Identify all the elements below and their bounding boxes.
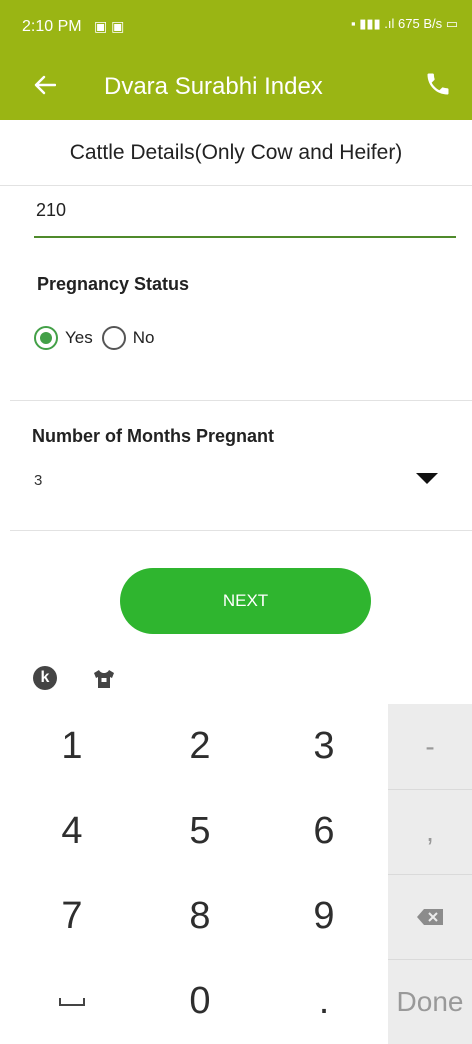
divider <box>10 400 472 401</box>
number-input[interactable]: 210 <box>36 200 66 221</box>
app-title: Dvara Surabhi Index <box>104 73 323 100</box>
phone-icon[interactable] <box>424 70 454 100</box>
section-header: Cattle Details(Only Cow and Heifer) <box>0 120 472 186</box>
key-6[interactable]: 6 <box>262 789 386 874</box>
status-notifications: ▣ ▣ <box>94 18 125 34</box>
key-3[interactable]: 3 <box>262 704 386 789</box>
key-4[interactable]: 4 <box>10 789 134 874</box>
done-label: Done <box>396 985 464 1017</box>
months-pregnant-select[interactable]: 3 <box>34 472 42 489</box>
status-bar: 2:10 PM ▣ ▣ ▪ ▮▮▮ .ıl 675 B/s ▭ <box>0 0 472 52</box>
key-1[interactable]: 1 <box>10 704 134 789</box>
divider <box>10 530 472 531</box>
key-7[interactable]: 7 <box>10 874 134 959</box>
status-indicators-text: ▪ ▮▮▮ .ıl 675 B/s ▭ <box>351 16 458 31</box>
back-arrow-icon[interactable] <box>30 70 60 100</box>
key-2[interactable]: 2 <box>138 704 262 789</box>
status-time: 2:10 PM <box>22 18 82 35</box>
space-key[interactable] <box>10 959 134 1044</box>
input-underline <box>34 236 456 238</box>
key-5[interactable]: 5 <box>138 789 262 874</box>
key-9[interactable]: 9 <box>262 874 386 959</box>
dropdown-arrow-icon[interactable] <box>416 473 438 484</box>
radio-yes-label[interactable]: Yes <box>65 328 93 348</box>
radio-yes[interactable] <box>34 326 58 350</box>
key-8[interactable]: 8 <box>138 874 262 959</box>
space-bar-icon <box>59 997 85 1006</box>
pregnancy-status-label: Pregnancy Status <box>37 274 190 294</box>
next-button[interactable]: NEXT <box>120 568 371 634</box>
key-0[interactable]: 0 <box>138 959 262 1044</box>
months-pregnant-label: Number of Months Pregnant <box>32 426 274 446</box>
keyboard-toolbar: k <box>0 656 472 706</box>
keyboard-logo-icon[interactable]: k <box>33 666 57 690</box>
backspace-icon <box>417 908 443 925</box>
section-title: Cattle Details(Only Cow and Heifer) <box>69 140 403 164</box>
radio-no-label[interactable]: No <box>133 328 155 348</box>
numeric-keyboard: k 1 2 3 - 4 5 6 , 7 8 9 0 . Done <box>0 656 472 1044</box>
radio-no[interactable] <box>101 326 126 350</box>
pregnancy-status-radio-group: Yes No <box>34 326 163 350</box>
key-comma[interactable]: , <box>388 789 472 874</box>
key-minus[interactable]: - <box>388 704 472 789</box>
app-bar: Dvara Surabhi Index <box>0 52 472 120</box>
status-indicators: ▪ ▮▮▮ .ıl 675 B/s ▭ <box>351 16 458 32</box>
key-period[interactable]: . <box>262 959 386 1044</box>
backspace-key[interactable] <box>388 874 472 959</box>
done-key[interactable]: Done <box>388 959 472 1044</box>
shirt-icon[interactable] <box>92 668 116 690</box>
